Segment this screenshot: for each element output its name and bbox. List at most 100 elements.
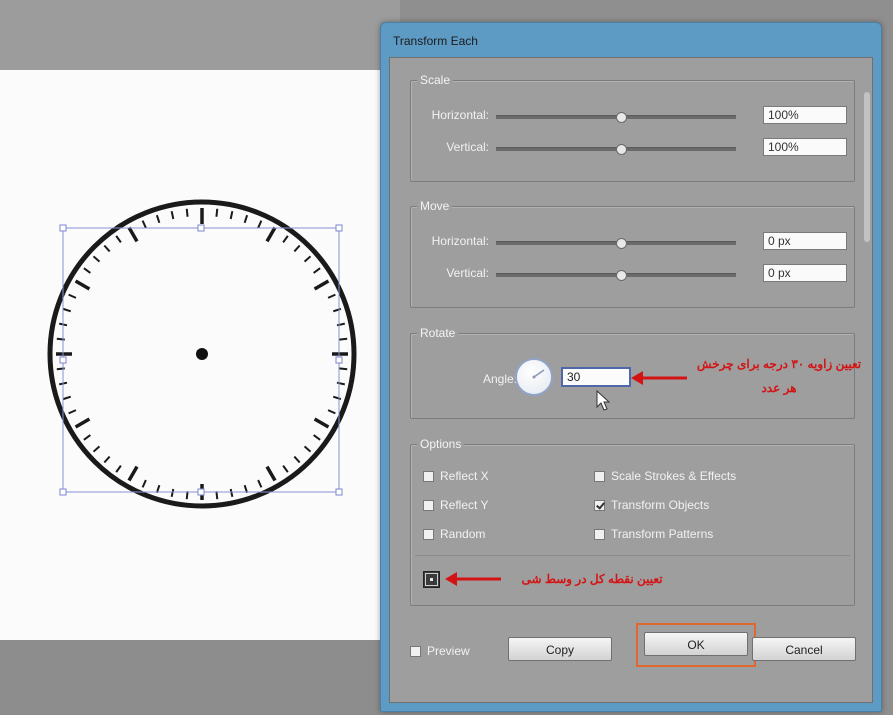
selection-handle[interactable] bbox=[335, 224, 343, 232]
move-vertical-row: Vertical: bbox=[411, 263, 854, 285]
clock-minute-tick bbox=[336, 381, 346, 386]
clock-minute-tick bbox=[257, 479, 263, 488]
transform-patterns-checkbox-box[interactable] bbox=[594, 528, 605, 540]
scale-vertical-input[interactable] bbox=[763, 138, 847, 156]
cancel-button[interactable]: Cancel bbox=[752, 637, 856, 661]
clock-minute-tick bbox=[92, 445, 101, 453]
reflect-x-checkbox-box[interactable] bbox=[423, 470, 434, 482]
reflect-y-checkbox[interactable]: Reflect Y bbox=[423, 498, 488, 512]
clock-minute-tick bbox=[83, 434, 91, 441]
angle-input[interactable] bbox=[561, 367, 631, 387]
scale-strokes-checkbox-box[interactable] bbox=[594, 470, 605, 482]
clock-minute-tick bbox=[83, 267, 91, 274]
selection-handle[interactable] bbox=[59, 356, 67, 364]
clock-minute-tick bbox=[332, 395, 342, 401]
clock-minute-tick bbox=[103, 455, 111, 464]
scale-vertical-label: Vertical: bbox=[446, 140, 489, 154]
angle-label: Angle: bbox=[483, 372, 518, 386]
clock-minute-tick bbox=[327, 293, 336, 299]
clock-minute-tick bbox=[170, 488, 175, 498]
clock-hour-tick bbox=[127, 226, 139, 243]
preview-label: Preview bbox=[427, 644, 470, 658]
clock-minute-tick bbox=[170, 210, 175, 220]
clock-minute-tick bbox=[243, 214, 249, 224]
move-horizontal-slider-thumb[interactable] bbox=[615, 238, 627, 249]
clock-minute-tick bbox=[68, 293, 77, 299]
selection-handle[interactable] bbox=[335, 356, 343, 364]
selection-handle[interactable] bbox=[335, 488, 343, 496]
move-vertical-input[interactable] bbox=[763, 264, 847, 282]
move-horizontal-input[interactable] bbox=[763, 232, 847, 250]
preview-checkbox[interactable]: Preview bbox=[410, 644, 470, 658]
random-checkbox-box[interactable] bbox=[423, 528, 434, 540]
scale-strokes-checkbox[interactable]: Scale Strokes & Effects bbox=[594, 469, 736, 483]
clock-hour-tick bbox=[313, 279, 330, 291]
move-horizontal-row: Horizontal: bbox=[411, 231, 854, 253]
scale-vertical-slider-thumb[interactable] bbox=[615, 144, 627, 155]
copy-button[interactable]: Copy bbox=[508, 637, 612, 661]
options-group-title: Options bbox=[417, 437, 465, 451]
scale-horizontal-slider[interactable] bbox=[496, 112, 736, 123]
clock-minute-tick bbox=[155, 214, 161, 224]
preview-checkbox-box[interactable] bbox=[410, 645, 421, 657]
clock-center-dot bbox=[196, 348, 208, 360]
rotate-annotation-line1: تعیین زاویه ۳۰ درجه برای چرخش bbox=[696, 357, 862, 371]
move-horizontal-label: Horizontal: bbox=[431, 234, 489, 248]
clock-minute-tick bbox=[339, 337, 348, 341]
selection-handles[interactable] bbox=[59, 224, 343, 496]
scale-group-title: Scale bbox=[417, 73, 454, 87]
reflect-y-checkbox-box[interactable] bbox=[423, 499, 434, 511]
scale-group: Scale Horizontal: Vertical: bbox=[410, 73, 855, 182]
selection-handle[interactable] bbox=[59, 224, 67, 232]
selection-handle[interactable] bbox=[197, 224, 205, 232]
transform-patterns-checkbox[interactable]: Transform Patterns bbox=[594, 527, 713, 541]
clock-hour-tick bbox=[127, 465, 139, 482]
clock-minute-tick bbox=[339, 367, 348, 371]
angle-dial[interactable] bbox=[515, 358, 553, 396]
reference-point-locator-icon[interactable] bbox=[423, 571, 440, 588]
scale-strokes-label: Scale Strokes & Effects bbox=[611, 469, 737, 483]
scrollbar[interactable] bbox=[864, 92, 870, 242]
clock-minute-tick bbox=[68, 409, 77, 415]
transform-patterns-label: Transform Patterns bbox=[611, 527, 714, 541]
angle-dial-needle bbox=[533, 369, 545, 378]
scale-horizontal-row: Horizontal: bbox=[411, 105, 854, 127]
move-vertical-slider-thumb[interactable] bbox=[615, 270, 627, 281]
clock-minute-tick bbox=[229, 210, 234, 220]
clock-minute-tick bbox=[62, 307, 72, 313]
reference-annotation-text: تعیین نقطه کل در وسط شی bbox=[521, 572, 663, 586]
move-vertical-slider[interactable] bbox=[496, 270, 736, 281]
clock-hour-tick bbox=[265, 465, 277, 482]
transform-objects-label: Transform Objects bbox=[611, 498, 710, 512]
random-checkbox[interactable]: Random bbox=[423, 527, 485, 541]
dialog-body: Scale Horizontal: Vertical: Move Horizon… bbox=[389, 57, 873, 703]
move-horizontal-slider[interactable] bbox=[496, 238, 736, 249]
clock-artwork[interactable] bbox=[0, 0, 400, 715]
scale-horizontal-slider-thumb[interactable] bbox=[615, 112, 627, 123]
clock-minute-tick bbox=[103, 244, 111, 253]
move-vertical-label: Vertical: bbox=[446, 266, 489, 280]
rotate-annotation-line2: هر عدد bbox=[761, 381, 797, 395]
angle-dial-center bbox=[532, 375, 536, 379]
clock-minute-tick bbox=[313, 434, 321, 441]
clock-minute-tick bbox=[92, 255, 101, 263]
transform-objects-checkbox[interactable]: Transform Objects bbox=[594, 498, 709, 512]
selection-handle[interactable] bbox=[197, 488, 205, 496]
selection-bounding-box[interactable] bbox=[62, 227, 340, 493]
ok-button[interactable]: OK bbox=[644, 632, 748, 656]
clock-minute-tick bbox=[115, 235, 122, 243]
move-group-title: Move bbox=[417, 199, 453, 213]
mouse-cursor-icon bbox=[596, 390, 611, 411]
selection-handle[interactable] bbox=[59, 488, 67, 496]
clock-minute-tick bbox=[229, 488, 234, 498]
rotate-group-title: Rotate bbox=[417, 326, 459, 340]
clock-minute-tick bbox=[141, 220, 147, 229]
clock-hour-tick bbox=[313, 417, 330, 429]
clock-minute-tick bbox=[56, 337, 65, 341]
scale-horizontal-input[interactable] bbox=[763, 106, 847, 124]
move-group: Move Horizontal: Vertical: bbox=[410, 199, 855, 308]
scale-vertical-slider[interactable] bbox=[496, 144, 736, 155]
reflect-x-checkbox[interactable]: Reflect X bbox=[423, 469, 489, 483]
clock-hour-tick bbox=[74, 417, 91, 429]
transform-objects-checkbox-box[interactable] bbox=[594, 499, 605, 511]
